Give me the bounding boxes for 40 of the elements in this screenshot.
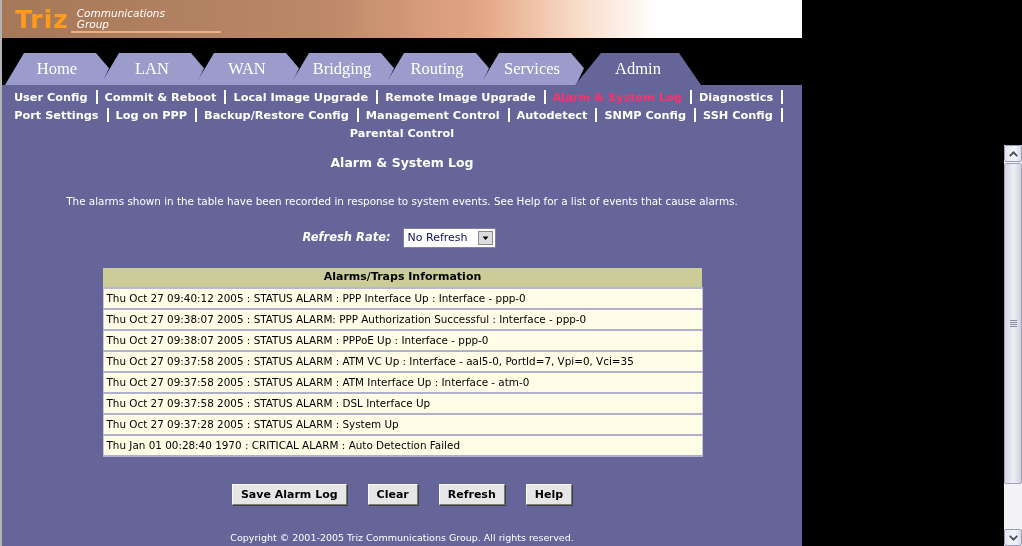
table-header-cell: Alarms/Traps Information <box>103 268 702 288</box>
table-cell: Thu Oct 27 09:38:07 2005 : STATUS ALARM: PPP Authorization Successful : Interface - ppp-0 <box>103 309 702 330</box>
submenu-link[interactable]: Local Image Upgrade <box>233 89 369 105</box>
submenu-link[interactable]: Diagnostics <box>698 89 774 105</box>
submenu-link[interactable]: Log on PPP <box>115 107 188 123</box>
submenu-link[interactable]: Remote Image Upgrade <box>385 89 536 105</box>
scroll-up-button[interactable] <box>1004 145 1022 162</box>
refresh-rate-select[interactable]: No Refresh <box>402 228 496 248</box>
submenu-link[interactable]: Commit & Reboot <box>104 89 217 105</box>
page-description: The alarms shown in the table have been recorded in response to system events. See Help for a list of events that cause alarms. <box>66 194 738 208</box>
scroll-down-button[interactable] <box>1004 529 1022 546</box>
submenu-link[interactable]: Backup/Restore Config <box>204 107 349 123</box>
action-button[interactable]: Clear <box>367 484 418 505</box>
table-cell: Thu Oct 27 09:37:28 2005 : STATUS ALARM : System Up <box>103 414 702 435</box>
logo-tagline-text: Group <box>76 18 109 30</box>
grip-icon <box>1009 319 1017 328</box>
logo-tagline-text: Communications <box>76 7 165 19</box>
table-cell: Thu Oct 27 09:40:12 2005 : STATUS ALARM : PPP Interface Up : Interface - ppp-0 <box>103 288 702 309</box>
nav-tab[interactable]: Admin <box>575 53 701 85</box>
table-cell: Thu Oct 27 09:38:07 2005 : STATUS ALARM : PPPoE Up : Interface - ppp-0 <box>103 330 702 351</box>
submenu-link[interactable]: Autodetect <box>516 107 588 123</box>
submenu-link[interactable]: SNMP Config <box>604 107 687 123</box>
table-cell: Thu Oct 27 09:37:58 2005 : STATUS ALARM : ATM Interface Up : Interface - atm-0 <box>103 372 702 393</box>
table-cell: Thu Oct 27 09:37:58 2005 : STATUS ALARM : DSL Interface Up <box>103 393 702 414</box>
action-button[interactable]: Help <box>525 484 573 505</box>
chevron-down-icon <box>1008 534 1018 541</box>
logo-text: Triz <box>15 6 69 32</box>
table-cell: Thu Oct 27 09:37:58 2005 : STATUS ALARM : ATM VC Up : Interface - aal5-0, PortId=7, Vpi=0, Vci=35 <box>103 351 702 372</box>
refresh-rate-label: Refresh Rate: <box>302 229 391 247</box>
action-button[interactable]: Refresh <box>438 484 505 505</box>
chevron-up-icon <box>1008 150 1018 157</box>
table-cell: Thu Jan 01 00:28:40 1970 : CRITICAL ALARM : Auto Detection Failed <box>103 435 702 456</box>
submenu-link[interactable]: Management Control <box>365 107 500 123</box>
action-button[interactable]: Save Alarm Log <box>231 484 347 505</box>
submenu-link[interactable]: Parental Control <box>349 125 455 141</box>
submenu-link[interactable]: User Config <box>13 89 88 105</box>
submenu-link[interactable]: Port Settings <box>14 107 99 123</box>
page-title: Alarm & System Log <box>330 155 474 171</box>
copyright-text: Copyright © 2001-2005 Triz Communications Group. All rights reserved. <box>230 532 574 544</box>
submenu-link[interactable]: SSH Config <box>703 107 773 123</box>
